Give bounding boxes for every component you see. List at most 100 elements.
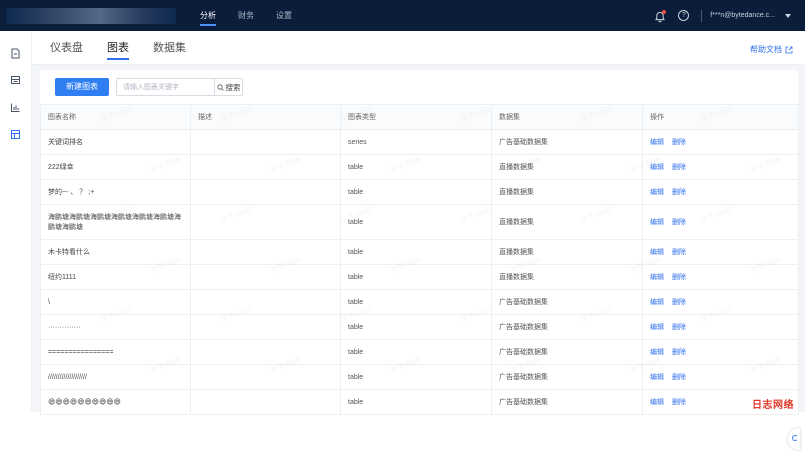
header-description[interactable]: 描述 (190, 104, 341, 130)
cell-actions: 编辑 删除 (642, 154, 799, 180)
delete-button[interactable]: 删除 (672, 374, 686, 381)
cell-chart-type: table (340, 204, 492, 240)
search-button[interactable]: 搜索 (214, 79, 242, 95)
delete-button[interactable]: 删除 (672, 324, 686, 331)
nav-item-finance[interactable]: 财务 (238, 0, 254, 31)
cell-chart-name: 关键词排名 (40, 129, 191, 155)
nav-item-analysis[interactable]: 分析 (200, 0, 216, 31)
cell-chart-name: 222绿幸 (40, 154, 191, 180)
side-rail (0, 31, 32, 411)
edit-button[interactable]: 编辑 (650, 399, 664, 406)
blurred-brand-logo (6, 8, 176, 24)
table-row: 纽约1111 table 直播数据集 编辑 删除 (40, 264, 799, 290)
cell-dataset: 广告基础数据集 (491, 289, 643, 315)
edit-button[interactable]: 编辑 (650, 274, 664, 281)
cell-description (190, 389, 341, 415)
top-nav-bar: 分析 财务 设置 ? f***n@bytedance.c... (0, 0, 805, 31)
cell-dataset: 直播数据集 (491, 239, 643, 265)
cell-actions: 编辑 删除 (642, 339, 799, 365)
search-input[interactable] (117, 79, 214, 95)
tab-charts[interactable]: 图表 (107, 40, 129, 62)
cell-chart-type: table (340, 239, 492, 265)
cell-chart-type: table (340, 389, 492, 415)
cell-chart-name: 木卡特看什么 (40, 239, 191, 265)
edit-button[interactable]: 编辑 (650, 219, 664, 226)
header-chart-name[interactable]: 图表名称 (40, 104, 191, 130)
table-row: ·············· table 广告基础数据集 编辑 删除 (40, 314, 799, 340)
header-chart-type[interactable]: 图表类型 (340, 104, 492, 130)
cell-chart-type: table (340, 179, 492, 205)
header-dataset[interactable]: 数据集 (491, 104, 643, 130)
new-chart-button[interactable]: 新建图表 (55, 78, 109, 96)
header-actions: 操作 (642, 104, 799, 130)
cell-chart-type: table (340, 339, 492, 365)
cell-dataset: 直播数据集 (491, 204, 643, 240)
edit-button[interactable]: 编辑 (650, 189, 664, 196)
edit-button[interactable]: 编辑 (650, 164, 664, 171)
table-row: 关键词排名 series 广告基础数据集 编辑 删除 (40, 129, 799, 155)
cell-actions: 编辑 删除 (642, 314, 799, 340)
dashboard-icon[interactable] (10, 73, 21, 84)
table-row: \ table 广告基础数据集 编辑 删除 (40, 289, 799, 315)
chart-list-panel: 新建图表 搜索 图表名称 描述 图表类型 数据集 操作 关键词排名series广… (40, 70, 800, 450)
edit-button[interactable]: 编辑 (650, 374, 664, 381)
edit-button[interactable]: 编辑 (650, 249, 664, 256)
cell-actions: 编辑 删除 (642, 364, 799, 390)
nav-item-settings[interactable]: 设置 (276, 0, 292, 31)
delete-button[interactable]: 删除 (672, 274, 686, 281)
edit-button[interactable]: 编辑 (650, 349, 664, 356)
page-tabs: 仪表盘 图表 数据集 (50, 40, 210, 62)
cell-description (190, 364, 341, 390)
cell-actions: 编辑 删除 (642, 289, 799, 315)
table-row: ================ table 广告基础数据集 编辑 删除 (40, 339, 799, 365)
cell-description (190, 154, 341, 180)
delete-button[interactable]: 删除 (672, 189, 686, 196)
cell-description (190, 204, 341, 240)
edit-button[interactable]: 编辑 (650, 324, 664, 331)
cell-description (190, 289, 341, 315)
document-icon[interactable] (10, 46, 21, 59)
cell-description (190, 264, 341, 290)
help-doc-link[interactable]: 帮助文档 (750, 44, 793, 55)
table-row: 海鹏塘海鹏塘海鹏塘海鹏塘海鹏塘海鹏塘海鹏塘海鹏塘 table 直播数据集 编辑 删除 (40, 204, 799, 240)
tab-dashboard[interactable]: 仪表盘 (50, 40, 83, 62)
cell-chart-type: table (340, 314, 492, 340)
cell-actions: 编辑 删除 (642, 129, 799, 155)
cell-chart-name: 纽约1111 (40, 264, 191, 290)
dataset-icon[interactable] (10, 127, 21, 139)
help-doc-label: 帮助文档 (750, 45, 782, 54)
help-icon[interactable]: ? (678, 10, 690, 21)
cell-dataset: 广告基础数据集 (491, 389, 643, 415)
cell-dataset: 广告基础数据集 (491, 364, 643, 390)
delete-button[interactable]: 删除 (672, 349, 686, 356)
notification-dot (662, 9, 667, 14)
edit-button[interactable]: 编辑 (650, 139, 664, 146)
corner-logo: 日志网络 (752, 400, 794, 411)
table-row: 梦的~- 、 ？ ;+ table 直播数据集 编辑 删除 (40, 179, 799, 205)
chevron-down-icon[interactable] (785, 13, 791, 18)
cell-chart-type: table (340, 154, 492, 180)
cell-actions: 编辑 删除 (642, 204, 799, 240)
tab-datasets[interactable]: 数据集 (153, 40, 186, 62)
cell-chart-type: table (340, 264, 492, 290)
cell-actions: 编辑 删除 (642, 179, 799, 205)
cell-dataset: 直播数据集 (491, 264, 643, 290)
table-row: //////////////////// table 广告基础数据集 编辑 删除 (40, 364, 799, 390)
edit-button[interactable]: 编辑 (650, 299, 664, 306)
delete-button[interactable]: 删除 (672, 164, 686, 171)
user-account[interactable]: f***n@bytedance.c... (710, 12, 775, 19)
floating-helper-button[interactable] (788, 428, 800, 450)
delete-button[interactable]: 删除 (672, 249, 686, 256)
cell-dataset: 广告基础数据集 (491, 314, 643, 340)
bar-chart-icon[interactable] (10, 100, 21, 112)
cell-chart-name: //////////////////// (40, 364, 191, 390)
delete-button[interactable]: 删除 (672, 399, 686, 406)
table-row: 木卡特看什么 table 直播数据集 编辑 删除 (40, 239, 799, 265)
top-right-tools: ? f***n@bytedance.c... (654, 0, 791, 31)
bell-icon[interactable] (654, 9, 667, 22)
delete-button[interactable]: 删除 (672, 139, 686, 146)
cell-description (190, 129, 341, 155)
delete-button[interactable]: 删除 (672, 299, 686, 306)
table-header-row: 图表名称 描述 图表类型 数据集 操作 (40, 104, 799, 130)
delete-button[interactable]: 删除 (672, 219, 686, 226)
